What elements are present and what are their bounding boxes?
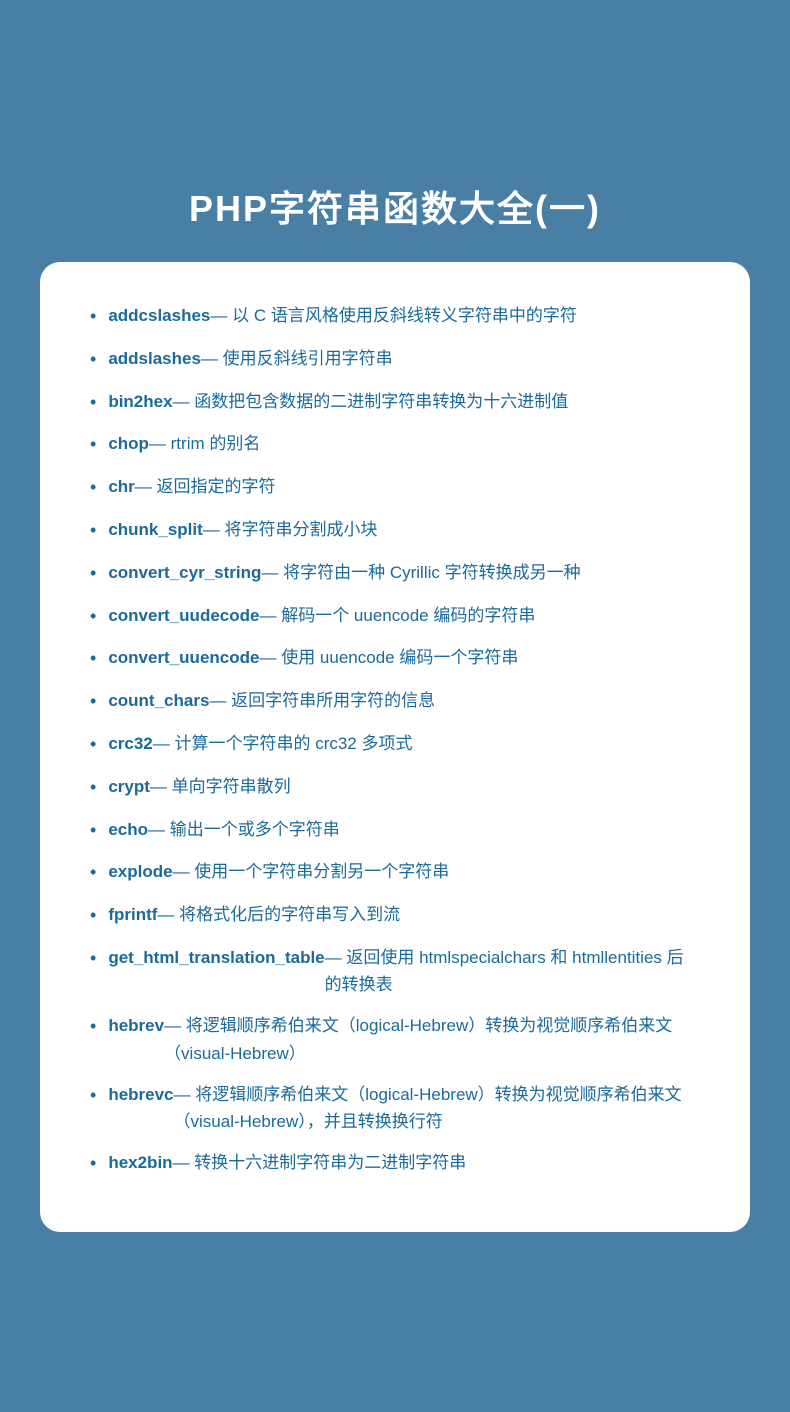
func-name: chr (108, 473, 134, 500)
list-item: convert_cyr_string — 将字符由一种 Cyrillic 字符转… (90, 559, 700, 588)
func-name: bin2hex (108, 388, 172, 415)
func-desc: — 将字符串分割成小块 (203, 516, 378, 543)
func-desc: — rtrim 的别名 (149, 430, 260, 457)
list-item: addcslashes — 以 C 语言风格使用反斜线转义字符串中的字符 (90, 302, 700, 331)
func-desc: — 以 C 语言风格使用反斜线转义字符串中的字符 (210, 302, 576, 329)
list-item: crc32 — 计算一个字符串的 crc32 多项式 (90, 730, 700, 759)
list-item: echo — 输出一个或多个字符串 (90, 816, 700, 845)
list-item: hebrevc — 将逻辑顺序希伯来文（logical-Hebrew）转换为视觉… (90, 1081, 700, 1135)
func-name: addcslashes (108, 302, 210, 329)
func-desc: — 返回指定的字符 (135, 473, 276, 500)
list-item: hebrev — 将逻辑顺序希伯来文（logical-Hebrew）转换为视觉顺… (90, 1012, 700, 1066)
func-name: hebrevc (108, 1081, 173, 1108)
list-item: hex2bin — 转换十六进制字符串为二进制字符串 (90, 1149, 700, 1178)
list-item: bin2hex — 函数把包含数据的二进制字符串转换为十六进制值 (90, 388, 700, 417)
func-name: addslashes (108, 345, 201, 372)
list-item: explode — 使用一个字符串分割另一个字符串 (90, 858, 700, 887)
func-desc: — 计算一个字符串的 crc32 多项式 (153, 730, 413, 757)
func-name: convert_uuencode (108, 644, 259, 671)
func-name: convert_uudecode (108, 602, 259, 629)
func-desc: — 函数把包含数据的二进制字符串转换为十六进制值 (173, 388, 569, 415)
content-card: addcslashes — 以 C 语言风格使用反斜线转义字符串中的字符 adds… (40, 262, 750, 1232)
func-desc: — 输出一个或多个字符串 (148, 816, 340, 843)
func-name: hebrev (108, 1012, 164, 1039)
func-desc: — 使用一个字符串分割另一个字符串 (173, 858, 450, 885)
func-desc: — 使用 uuencode 编码一个字符串 (259, 644, 518, 671)
function-list: addcslashes — 以 C 语言风格使用反斜线转义字符串中的字符 adds… (90, 302, 700, 1178)
list-item: chunk_split — 将字符串分割成小块 (90, 516, 700, 545)
list-item: convert_uudecode — 解码一个 uuencode 编码的字符串 (90, 602, 700, 631)
list-item: get_html_translation_table — 返回使用 htmlsp… (90, 944, 700, 998)
func-name: chop (108, 430, 149, 457)
func-desc: — 返回字符串所用字符的信息 (209, 687, 435, 714)
func-desc: — 使用反斜线引用字符串 (201, 345, 393, 372)
func-desc: — 将格式化后的字符串写入到流 (157, 901, 400, 928)
page-title: PHP字符串函数大全(一) (189, 180, 601, 232)
func-desc: — 将逻辑顺序希伯来文（logical-Hebrew）转换为视觉顺序希伯来文（v… (164, 1012, 700, 1066)
func-desc: — 单向字符串散列 (150, 773, 291, 800)
list-item: chr — 返回指定的字符 (90, 473, 700, 502)
func-name: chunk_split (108, 516, 202, 543)
func-name: count_chars (108, 687, 209, 714)
func-name: get_html_translation_table (108, 944, 324, 971)
func-name: crc32 (108, 730, 152, 757)
func-name: convert_cyr_string (108, 559, 261, 586)
list-item: fprintf — 将格式化后的字符串写入到流 (90, 901, 700, 930)
func-desc: — 将逻辑顺序希伯来文（logical-Hebrew）转换为视觉顺序希伯来文（v… (174, 1081, 700, 1135)
list-item: chop — rtrim 的别名 (90, 430, 700, 459)
func-name: crypt (108, 773, 150, 800)
func-name: fprintf (108, 901, 157, 928)
func-desc: — 将字符由一种 Cyrillic 字符转换成另一种 (261, 559, 580, 586)
list-item: count_chars — 返回字符串所用字符的信息 (90, 687, 700, 716)
func-name: hex2bin (108, 1149, 172, 1176)
func-desc: — 解码一个 uuencode 编码的字符串 (259, 602, 535, 629)
func-name: explode (108, 858, 172, 885)
func-name: echo (108, 816, 148, 843)
list-item: convert_uuencode — 使用 uuencode 编码一个字符串 (90, 644, 700, 673)
list-item: crypt — 单向字符串散列 (90, 773, 700, 802)
func-desc: — 转换十六进制字符串为二进制字符串 (173, 1149, 467, 1176)
func-desc: — 返回使用 htmlspecialchars 和 htmllentities … (325, 944, 700, 998)
list-item: addslashes — 使用反斜线引用字符串 (90, 345, 700, 374)
